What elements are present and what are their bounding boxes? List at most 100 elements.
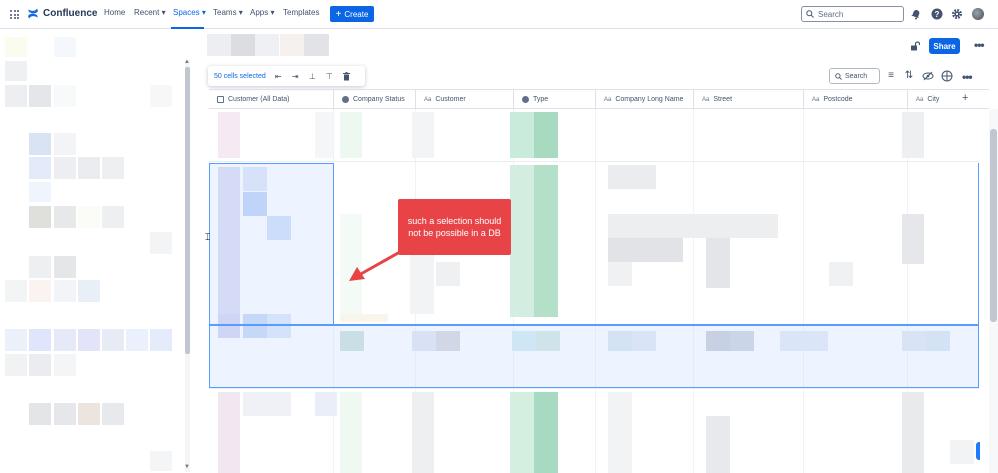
scroll-down-arrow-icon[interactable]: ▼ <box>184 464 190 470</box>
redacted-block <box>29 157 51 179</box>
column-header-company-long-name[interactable]: Aa Company Long Name <box>596 90 694 109</box>
share-button[interactable]: Share <box>929 38 960 54</box>
column-header-city[interactable]: Aa City <box>908 90 958 109</box>
help-icon[interactable]: ? <box>931 8 943 20</box>
redacted-cell <box>412 392 434 473</box>
global-search-input[interactable]: Search <box>801 6 904 22</box>
redacted-cell <box>706 416 730 473</box>
redacted-block <box>102 157 124 179</box>
table-scrollbar-thumb[interactable] <box>990 129 997 322</box>
top-navigation: Confluence Home Recent ▾ Spaces ▾ Teams … <box>0 0 998 29</box>
redacted-block <box>78 329 100 351</box>
redacted-block <box>150 329 172 351</box>
settings-icon[interactable] <box>951 8 963 20</box>
column-header-customer[interactable]: Aa Customer <box>416 90 514 109</box>
redacted-block <box>29 403 51 425</box>
redacted-block <box>231 34 255 56</box>
annotation-callout: such a selection should not be possible … <box>398 199 511 255</box>
column-header-type[interactable]: Type <box>514 90 596 109</box>
redacted-block <box>5 354 27 376</box>
redacted-block <box>304 34 329 56</box>
redacted-block <box>54 256 76 278</box>
redacted-cell <box>902 112 924 158</box>
insert-row-below-icon[interactable]: ⊤ <box>325 72 334 81</box>
redacted-cell <box>510 112 534 158</box>
column-header-postcode[interactable]: Aa Postcode <box>804 90 908 109</box>
redacted-block <box>29 280 51 302</box>
redacted-block <box>5 280 27 302</box>
text-field-icon: Aa <box>916 96 924 103</box>
sort-icon[interactable]: ⇅ <box>903 70 915 82</box>
text-field-icon: Aa <box>812 96 820 103</box>
unlock-icon[interactable] <box>910 41 920 51</box>
insert-column-left-icon[interactable]: ⇤ <box>274 72 283 81</box>
svg-text:?: ? <box>935 10 940 19</box>
view-settings-icon[interactable] <box>941 70 953 82</box>
filter-icon[interactable]: ≡ <box>885 70 897 82</box>
redacted-cell <box>315 392 337 416</box>
confluence-logo[interactable]: Confluence <box>27 8 97 19</box>
create-label: Create <box>344 9 369 19</box>
row-divider <box>209 161 979 162</box>
chevron-down-icon: ▾ <box>238 8 243 17</box>
app-switcher-icon[interactable] <box>10 10 19 19</box>
redacted-block <box>54 354 76 376</box>
database-more-icon[interactable]: ••• <box>962 70 973 84</box>
redacted-cell <box>902 392 924 473</box>
redacted-block <box>54 403 76 425</box>
redacted-cell <box>218 392 240 473</box>
status-field-icon <box>342 96 349 103</box>
redacted-block <box>54 157 76 179</box>
nav-home[interactable]: Home <box>104 8 125 17</box>
chevron-down-icon: ▾ <box>161 8 166 17</box>
redacted-block <box>78 157 100 179</box>
redacted-block <box>150 232 172 254</box>
insert-column-right-icon[interactable]: ⇥ <box>291 72 300 81</box>
scroll-up-arrow-icon[interactable]: ▲ <box>184 59 190 65</box>
help-tab-handle[interactable] <box>976 442 980 460</box>
add-column-icon[interactable]: + <box>962 92 968 104</box>
redacted-block <box>78 403 100 425</box>
nav-apps[interactable]: Apps ▾ <box>250 8 274 17</box>
search-icon <box>806 10 814 18</box>
create-button[interactable]: + Create <box>330 6 374 22</box>
redacted-cell <box>218 112 240 158</box>
hide-fields-icon[interactable] <box>922 70 934 82</box>
redacted-block <box>29 206 51 228</box>
column-label: Company Status <box>353 96 405 103</box>
search-placeholder: Search <box>818 9 844 19</box>
text-field-icon: Aa <box>702 96 710 103</box>
redacted-block <box>29 256 51 278</box>
cell-selection-region-row <box>209 325 979 388</box>
insert-row-above-icon[interactable]: ⊥ <box>308 72 317 81</box>
redacted-block <box>54 280 76 302</box>
redacted-cell <box>340 392 362 473</box>
delete-trash-icon[interactable] <box>342 71 351 81</box>
nav-spaces[interactable]: Spaces ▾ <box>173 8 206 17</box>
nav-recent[interactable]: Recent ▾ <box>134 8 166 17</box>
more-actions-icon[interactable]: ••• <box>974 38 985 52</box>
redacted-block <box>150 85 172 107</box>
column-header-company-status[interactable]: Company Status <box>334 90 416 109</box>
redacted-block <box>29 85 51 107</box>
chevron-down-icon: ▾ <box>201 8 206 17</box>
redacted-cell <box>950 440 974 464</box>
column-header-customer-all-data[interactable]: Customer (All Data) <box>209 90 334 109</box>
sidebar-scrollbar-thumb[interactable] <box>185 67 190 354</box>
redacted-block <box>102 206 124 228</box>
notifications-icon[interactable] <box>910 8 922 20</box>
text-field-icon: Aa <box>604 96 612 103</box>
column-label: Company Long Name <box>615 96 684 103</box>
redacted-block <box>54 133 76 155</box>
redacted-block <box>54 329 76 351</box>
column-header-street[interactable]: Aa Street <box>694 90 804 109</box>
redacted-block <box>54 85 76 107</box>
nav-templates[interactable]: Templates <box>283 8 319 17</box>
redacted-block <box>280 34 304 56</box>
redacted-block <box>102 329 124 351</box>
column-label: City <box>927 96 940 103</box>
redacted-block <box>5 329 27 351</box>
database-search-button[interactable]: Search <box>829 68 880 84</box>
nav-teams[interactable]: Teams ▾ <box>213 8 243 17</box>
user-avatar[interactable] <box>972 8 984 20</box>
